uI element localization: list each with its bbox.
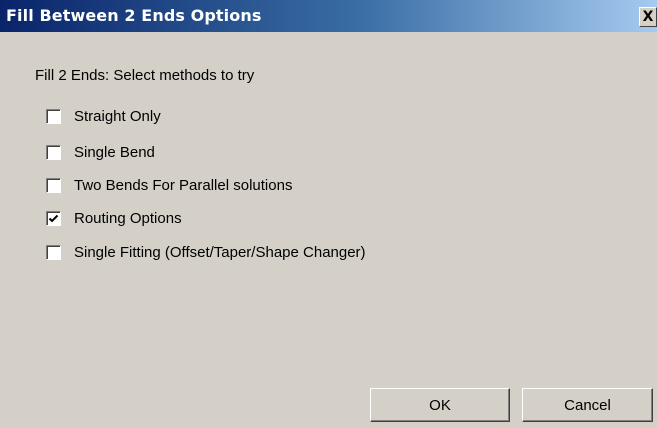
straight-only-checkbox[interactable] (46, 109, 61, 124)
single-bend-checkbox[interactable] (46, 145, 61, 160)
close-icon: X (642, 9, 654, 25)
title-bar[interactable]: Fill Between 2 Ends Options X (0, 0, 657, 32)
instructions-label: Fill 2 Ends: Select methods to try (35, 67, 255, 84)
ok-button-label: OK (429, 396, 451, 414)
single-fitting-checkbox[interactable] (46, 245, 61, 260)
two-bends-checkbox[interactable] (46, 178, 61, 193)
option-two-bends[interactable]: Two Bends For Parallel solutions (46, 177, 292, 194)
cancel-button-label: Cancel (564, 396, 611, 414)
option-single-fitting[interactable]: Single Fitting (Offset/Taper/Shape Chang… (46, 244, 366, 261)
close-button[interactable]: X (639, 7, 657, 27)
straight-only-label: Straight Only (74, 108, 161, 125)
dialog-window: Fill Between 2 Ends Options X Fill 2 End… (0, 0, 657, 428)
option-single-bend[interactable]: Single Bend (46, 144, 155, 161)
option-straight-only[interactable]: Straight Only (46, 108, 161, 125)
dialog-title: Fill Between 2 Ends Options (6, 6, 262, 25)
single-fitting-label: Single Fitting (Offset/Taper/Shape Chang… (74, 244, 366, 261)
cancel-button[interactable]: Cancel (522, 388, 653, 422)
routing-options-label: Routing Options (74, 210, 182, 227)
routing-options-checkbox[interactable] (46, 211, 61, 226)
single-bend-label: Single Bend (74, 144, 155, 161)
option-routing-options[interactable]: Routing Options (46, 210, 182, 227)
two-bends-label: Two Bends For Parallel solutions (74, 177, 293, 194)
checkmark-icon (48, 214, 59, 223)
ok-button[interactable]: OK (370, 388, 510, 422)
